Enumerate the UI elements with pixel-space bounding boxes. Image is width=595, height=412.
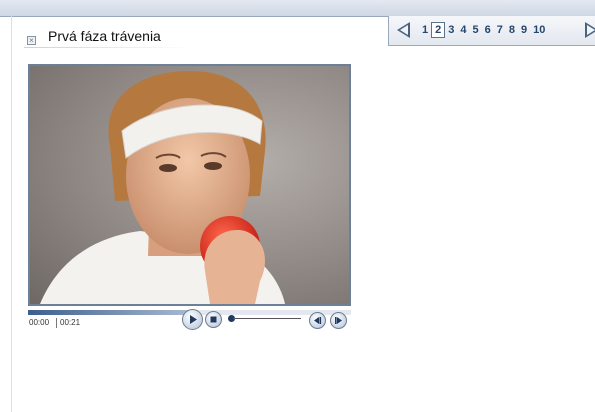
stop-button[interactable] <box>205 311 222 328</box>
close-icon[interactable]: × <box>27 36 36 45</box>
video-frame-image <box>40 71 285 304</box>
page-number-4[interactable]: 4 <box>457 22 469 38</box>
play-button[interactable] <box>182 309 203 330</box>
page-navigator: 1 2 3 4 5 6 7 8 9 10 <box>388 16 595 46</box>
fast-forward-icon <box>335 317 342 324</box>
video-display[interactable] <box>28 64 351 306</box>
triangle-left-icon[interactable] <box>397 22 410 38</box>
stop-icon <box>210 316 217 323</box>
rewind-button[interactable] <box>309 312 326 329</box>
left-divider <box>11 16 12 412</box>
duration-time: 00:21 <box>60 318 81 327</box>
title-underline <box>24 47 192 48</box>
top-toolbar <box>0 0 595 17</box>
page-number-3[interactable]: 3 <box>445 22 457 38</box>
fast-forward-button[interactable] <box>330 312 347 329</box>
page-title: Prvá fáza trávenia <box>48 28 161 44</box>
current-time: 00:00 <box>29 318 50 327</box>
rewind-icon <box>314 317 322 324</box>
page-number-1[interactable]: 1 <box>419 22 431 38</box>
page-number-list: 1 2 3 4 5 6 7 8 9 10 <box>419 22 548 38</box>
time-separator <box>56 318 57 328</box>
page-number-7[interactable]: 7 <box>494 22 506 38</box>
page-number-6[interactable]: 6 <box>482 22 494 38</box>
volume-slider[interactable] <box>233 318 301 319</box>
page-number-5[interactable]: 5 <box>470 22 482 38</box>
page-number-10[interactable]: 10 <box>530 22 548 38</box>
page-number-9[interactable]: 9 <box>518 22 530 38</box>
page-number-2[interactable]: 2 <box>431 22 446 38</box>
play-icon <box>190 315 197 324</box>
triangle-right-icon[interactable] <box>585 22 595 38</box>
progress-fill <box>28 310 190 315</box>
page-number-8[interactable]: 8 <box>506 22 518 38</box>
